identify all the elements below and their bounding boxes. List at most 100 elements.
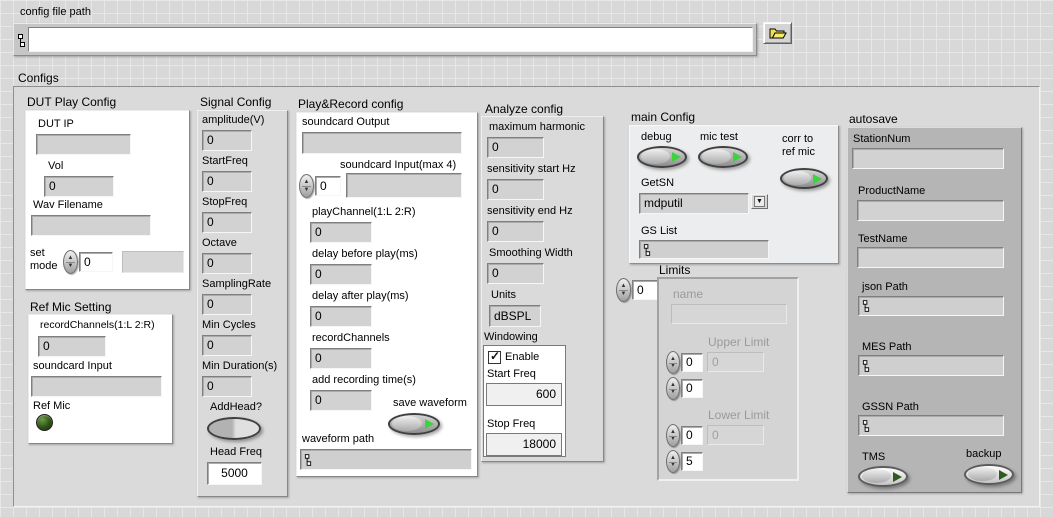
backup-label: backup [966, 448, 1001, 461]
upper-spin-a-field[interactable]: 0 [681, 353, 703, 372]
save-waveform-toggle[interactable] [388, 413, 440, 435]
octave-input[interactable]: 0 [202, 253, 252, 274]
spinner-down-icon[interactable]: ▼ [617, 291, 630, 297]
json-path-input[interactable] [858, 296, 1004, 316]
spinner-down-icon[interactable]: ▼ [667, 462, 679, 468]
config-file-path-input[interactable] [28, 27, 753, 52]
head-freq-input[interactable]: 5000 [207, 462, 262, 485]
spinner-up-icon[interactable]: ▲ [667, 382, 679, 388]
stationnum-input[interactable] [852, 148, 1004, 169]
record-channels2-input[interactable]: 0 [310, 348, 372, 369]
min-duration-value: 0 [207, 379, 214, 393]
lower-spin-a-field[interactable]: 0 [681, 426, 703, 445]
upper-spin-b[interactable]: ▲ ▼ [666, 377, 680, 400]
ref-mic-led[interactable] [36, 414, 53, 431]
smoothing-width-input[interactable]: 0 [487, 263, 544, 284]
spinner-down-icon[interactable]: ▼ [667, 363, 679, 369]
spinner-down-icon[interactable]: ▼ [64, 263, 77, 269]
wav-filename-input[interactable] [31, 215, 151, 236]
lower-spin-b-field[interactable]: 5 [681, 452, 703, 471]
spinner-up-icon[interactable]: ▲ [667, 429, 679, 435]
addhead-toggle[interactable] [207, 417, 261, 440]
soundcard-input-max4-input[interactable] [346, 173, 462, 198]
stationnum-label: StationNum [853, 133, 910, 146]
enable-checkbox[interactable]: ✓ [488, 351, 501, 364]
sensitivity-start-value: 0 [492, 182, 499, 196]
set-mode-extra-field[interactable] [122, 251, 184, 273]
getsn-dropdown[interactable]: mdputil [639, 193, 749, 214]
spinner-up-icon[interactable]: ▲ [667, 455, 679, 461]
dut-ip-input[interactable] [36, 134, 131, 155]
waveform-path-input[interactable] [300, 449, 472, 470]
spinner-up-icon[interactable]: ▲ [300, 179, 313, 185]
testname-input[interactable] [857, 247, 1004, 268]
amplitude-input[interactable]: 0 [202, 130, 252, 151]
limits-index-spinner[interactable]: ▲ ▼ [616, 278, 631, 302]
amplitude-value: 0 [207, 133, 214, 147]
maximum-harmonic-input[interactable]: 0 [487, 137, 544, 158]
min-duration-input[interactable]: 0 [202, 376, 252, 397]
signal-config-title: Signal Config [200, 95, 271, 109]
soundcard-input-index-spinner[interactable]: ▲ ▼ [299, 174, 314, 198]
ref-soundcard-input[interactable] [31, 376, 162, 397]
stopfreq-value: 0 [207, 215, 214, 229]
gssn-path-input[interactable] [858, 415, 1004, 436]
dut-ip-label: DUT IP [38, 118, 74, 131]
spinner-down-icon[interactable]: ▼ [667, 389, 679, 395]
lower-limit-input[interactable]: 0 [707, 425, 764, 445]
record-channels-input[interactable]: 0 [38, 336, 106, 357]
units-value: dBSPL [494, 309, 531, 323]
upper-limit-input[interactable]: 0 [707, 352, 764, 372]
delay-before-play-input[interactable]: 0 [310, 264, 372, 285]
upper-spin-b-field[interactable]: 0 [681, 379, 703, 398]
limit-name-input[interactable] [671, 304, 787, 324]
debug-toggle[interactable] [637, 146, 687, 168]
vol-value: 0 [49, 179, 56, 193]
gssn-path-label: GSSN Path [862, 401, 919, 414]
backup-toggle[interactable] [964, 464, 1014, 485]
units-field[interactable]: dBSPL [489, 305, 541, 327]
getsn-dropdown-button[interactable]: ▼ [751, 194, 768, 209]
startfreq-input[interactable]: 0 [202, 171, 252, 192]
units-label: Units [491, 289, 516, 302]
playchannel-input[interactable]: 0 [310, 222, 372, 243]
spinner-down-icon[interactable]: ▼ [667, 436, 679, 442]
soundcard-output-input[interactable] [302, 132, 462, 154]
stop-freq-input[interactable]: 18000 [486, 433, 562, 456]
stopfreq-input[interactable]: 0 [202, 212, 252, 233]
set-mode-input[interactable]: 0 [79, 252, 113, 272]
mic-test-toggle[interactable] [698, 146, 748, 168]
main-config-title: main Config [631, 110, 695, 124]
lower-spin-b[interactable]: ▲ ▼ [666, 450, 680, 473]
corr-to-ref-mic-toggle[interactable] [780, 168, 828, 189]
min-cycles-input[interactable]: 0 [202, 335, 252, 356]
spinner-up-icon[interactable]: ▲ [64, 255, 77, 261]
gs-list-input[interactable] [639, 240, 769, 259]
spinner-up-icon[interactable]: ▲ [617, 283, 630, 289]
delay-after-play-input[interactable]: 0 [310, 306, 372, 327]
spinner-down-icon[interactable]: ▼ [300, 187, 313, 193]
path-type-icon [862, 360, 870, 372]
mes-path-input[interactable] [858, 355, 1004, 376]
spinner-up-icon[interactable]: ▲ [667, 356, 679, 362]
vol-input[interactable]: 0 [44, 176, 114, 197]
config-file-path-control[interactable] [13, 23, 757, 56]
toggle-knob [968, 467, 997, 481]
toggle-knob [784, 171, 811, 185]
limits-index-field[interactable]: 0 [632, 280, 658, 300]
set-mode-spinner[interactable]: ▲ ▼ [63, 250, 78, 274]
upper-spin-a[interactable]: ▲ ▼ [666, 351, 680, 374]
sensitivity-end-input[interactable]: 0 [487, 221, 544, 242]
add-recording-time-input[interactable]: 0 [310, 390, 372, 411]
head-freq-label: Head Freq [210, 446, 262, 459]
tms-toggle[interactable] [858, 466, 908, 487]
productname-input[interactable] [857, 200, 1004, 221]
samplingrate-input[interactable]: 0 [202, 294, 252, 315]
debug-label: debug [641, 131, 672, 144]
upper-spin-b-value: 0 [686, 381, 693, 395]
start-freq-input[interactable]: 600 [486, 383, 562, 406]
soundcard-input-index-field[interactable]: 0 [315, 176, 341, 196]
sensitivity-start-input[interactable]: 0 [487, 179, 544, 200]
browse-button[interactable] [763, 22, 792, 44]
lower-spin-a[interactable]: ▲ ▼ [666, 424, 680, 447]
